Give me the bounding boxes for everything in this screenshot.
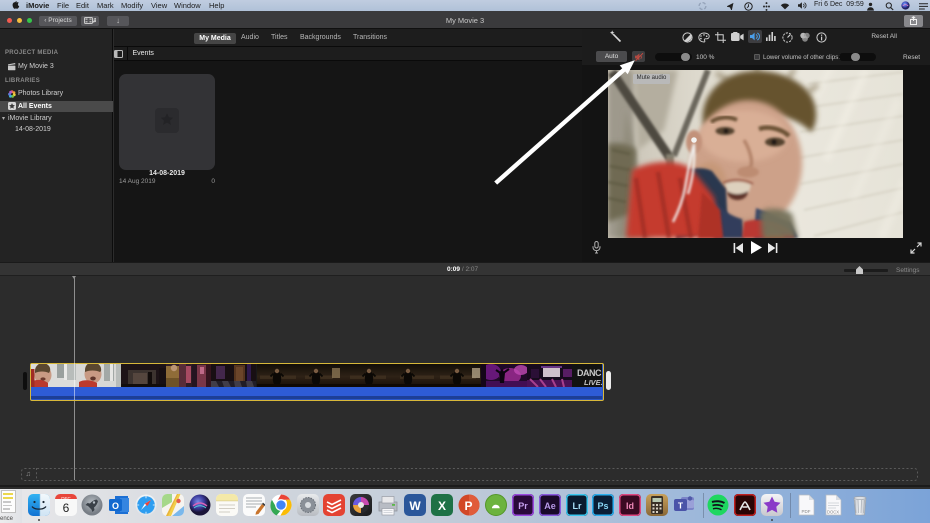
svg-text:LIVE.: LIVE.	[584, 378, 602, 387]
svg-text:T: T	[678, 501, 684, 511]
svg-text:PDF: PDF	[802, 509, 811, 514]
svg-text:6: 6	[63, 501, 70, 515]
svg-text:DANC: DANC	[577, 368, 602, 378]
svg-text:Ps: Ps	[597, 501, 608, 511]
svg-text:Id: Id	[626, 501, 634, 511]
svg-text:O: O	[112, 501, 119, 511]
svg-text:X: X	[438, 499, 446, 513]
svg-text:W: W	[409, 499, 421, 513]
svg-text:P: P	[464, 499, 472, 513]
svg-text:Lr: Lr	[573, 501, 582, 511]
svg-text:DOCX: DOCX	[827, 510, 839, 515]
svg-text:Pr: Pr	[518, 501, 528, 511]
svg-text:Ae: Ae	[544, 501, 556, 511]
